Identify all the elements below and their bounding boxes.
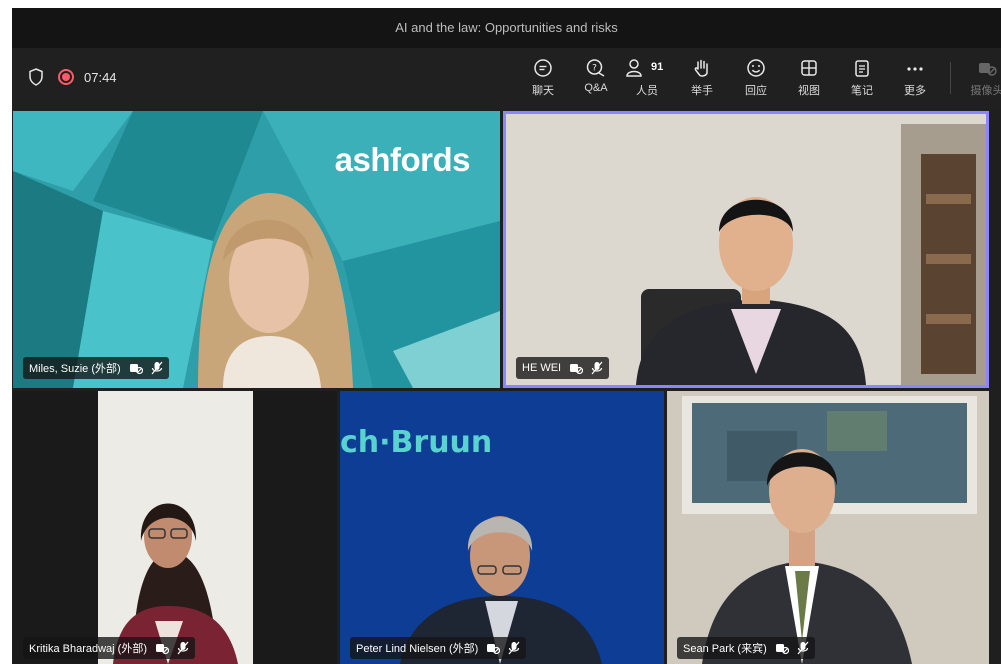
participant-name-bar: Sean Park (来宾) — [677, 637, 815, 659]
participant-name-bar: Miles, Suzie (外部) — [23, 357, 169, 379]
meeting-toolbar: 07:44 聊天 ? Q&A 91 人员 举手 回应 视图 笔记 更多 摄像头 — [12, 48, 1001, 108]
camera-label: 摄像头 — [970, 85, 1001, 97]
camera-off-icon — [979, 63, 997, 76]
video-feed — [506, 114, 986, 385]
company-logo: ch·Bruun — [340, 425, 493, 460]
chat-button[interactable]: 聊天 — [519, 58, 567, 100]
participant-name-bar: Peter Lind Nielsen (外部) — [350, 637, 527, 659]
qa-button[interactable]: ? Q&A — [572, 58, 620, 100]
elapsed-time: 07:44 — [84, 70, 117, 85]
participant-name: Miles, Suzie (外部) — [29, 363, 121, 375]
hand-icon — [694, 59, 708, 77]
notes-icon — [855, 60, 869, 77]
smile-icon — [747, 59, 765, 77]
chat-label: 聊天 — [532, 85, 554, 97]
raise-hand-button[interactable]: 举手 — [678, 58, 726, 100]
mic-muted-icon — [508, 641, 520, 655]
shield-icon[interactable] — [28, 68, 44, 86]
view-label: 视图 — [798, 85, 820, 97]
video-feed — [667, 391, 989, 664]
react-label: 回应 — [745, 85, 767, 97]
participant-name-bar: Kritika Bharadwaj (外部) — [23, 637, 195, 659]
camera-off-icon — [487, 644, 501, 654]
raise-hand-label: 举手 — [691, 85, 713, 97]
notes-button[interactable]: 笔记 — [838, 58, 886, 100]
camera-off-icon — [775, 644, 789, 654]
svg-text:?: ? — [592, 64, 597, 74]
title-bar: AI and the law: Opportunities and risks — [12, 8, 1001, 48]
participant-name: Peter Lind Nielsen (外部) — [356, 643, 479, 655]
people-label: 人员 — [636, 85, 658, 97]
recording-icon — [58, 69, 74, 85]
camera-off-icon — [570, 364, 584, 374]
people-button[interactable]: 91 人员 — [623, 58, 671, 100]
participant-name: Sean Park (来宾) — [683, 643, 767, 655]
mic-muted-icon — [591, 361, 603, 375]
video-tile-sean-park[interactable]: Sean Park (来宾) — [667, 391, 989, 664]
meeting-window: AI and the law: Opportunities and risks … — [12, 8, 1001, 664]
video-tile-kritika-bharadwaj[interactable]: Kritika Bharadwaj (外部) — [13, 391, 337, 664]
more-icon — [907, 67, 923, 71]
video-feed — [13, 391, 337, 664]
video-tile-he-wei[interactable]: HE WEI — [503, 111, 989, 388]
company-logo: ashfords — [334, 141, 471, 178]
participant-name-bar: HE WEI — [516, 357, 610, 379]
mic-muted-icon — [797, 641, 809, 655]
camera-button[interactable]: 摄像头 — [963, 58, 1001, 100]
participant-name: HE WEI — [522, 362, 562, 374]
more-button[interactable]: 更多 — [891, 58, 939, 100]
qa-icon: ? — [586, 59, 605, 77]
camera-off-icon — [129, 364, 143, 374]
video-tile-suzie-miles[interactable]: ashfords Miles, Suzie (外部) — [13, 111, 500, 388]
view-button[interactable]: 视图 — [785, 58, 833, 100]
react-button[interactable]: 回应 — [732, 58, 780, 100]
mic-muted-icon — [177, 641, 189, 655]
notes-label: 笔记 — [851, 85, 873, 97]
more-label: 更多 — [904, 85, 926, 97]
video-tile-peter-lind-nielsen[interactable]: ch·Bruun Peter Lind Nielsen (外部) — [340, 391, 664, 664]
toolbar-divider — [950, 62, 951, 94]
meeting-title: AI and the law: Opportunities and risks — [395, 20, 618, 35]
camera-off-icon — [155, 644, 169, 654]
participant-name: Kritika Bharadwaj (外部) — [29, 643, 147, 655]
qa-label: Q&A — [584, 82, 608, 94]
people-icon — [626, 59, 642, 77]
grid-view-icon — [801, 60, 817, 76]
mic-muted-icon — [151, 361, 163, 375]
chat-icon — [534, 59, 552, 77]
people-count: 91 — [651, 61, 664, 73]
